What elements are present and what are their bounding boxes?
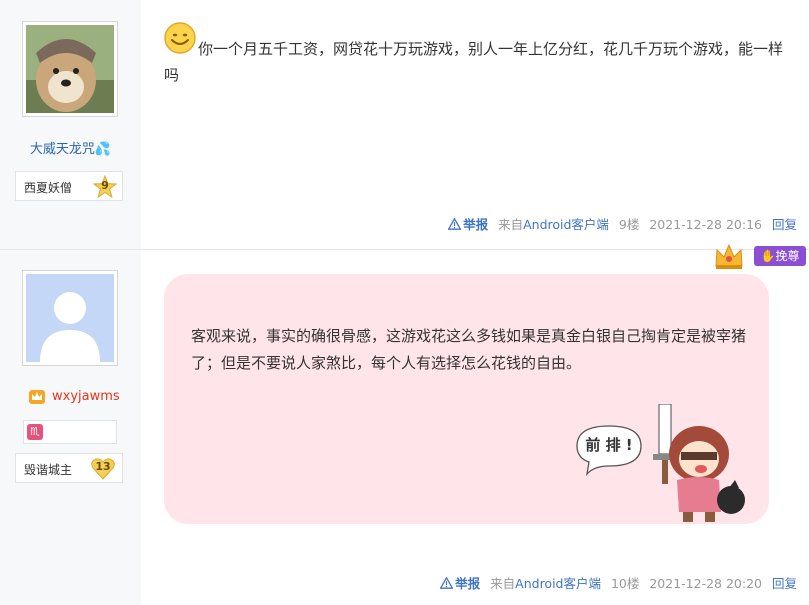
level-number: 9 bbox=[101, 179, 109, 192]
client-link[interactable]: Android客户端 bbox=[515, 576, 601, 591]
author-sidebar: 大威天龙咒💦 西夏妖僧 9 bbox=[0, 0, 141, 249]
reply-link[interactable]: 回复 bbox=[772, 576, 797, 591]
post-footer: 举报 来自Android客户端 9楼 2021-12-28 20:16 回复 bbox=[447, 214, 797, 233]
thumb-icon: ✋ bbox=[760, 249, 776, 263]
member-badge[interactable]: 毁谐城主 13 bbox=[15, 453, 123, 483]
author-username[interactable]: 大威天龙咒💦 bbox=[0, 138, 141, 157]
medal-box: ♏ bbox=[23, 420, 117, 444]
warning-icon bbox=[447, 217, 462, 230]
level-number: 13 bbox=[95, 460, 111, 473]
chibi-sticker-image: 前 排 ! bbox=[569, 403, 749, 524]
author-avatar[interactable] bbox=[22, 270, 118, 366]
author-avatar[interactable] bbox=[22, 21, 118, 117]
sticker-caption: 前 排 ! bbox=[585, 436, 633, 454]
vip-crown-icon bbox=[28, 387, 46, 405]
report-link[interactable]: 举报 bbox=[463, 217, 488, 232]
medal-icon: ♏ bbox=[27, 424, 43, 440]
post-content: 客观来说，事实的确很骨感，这游戏花这么多钱如果是真金白银自己掏肯定是被宰猪了；但… bbox=[191, 327, 747, 372]
post-time: 2021-12-28 20:16 bbox=[649, 217, 762, 232]
floor-number: 10楼 bbox=[610, 576, 640, 591]
client-source: 来自Android客户端 bbox=[490, 576, 601, 591]
support-tag-label: 挽尊 bbox=[775, 249, 800, 263]
author-sidebar: wxyjawms ♏ 毁谐城主 13 bbox=[0, 250, 141, 605]
source-prefix: 来自 bbox=[490, 576, 516, 591]
badge-title: 西夏妖僧 bbox=[24, 181, 73, 195]
post-floor-10: wxyjawms ♏ 毁谐城主 13 ✋挽尊 客观来说，事实的确很骨感，这游戏花… bbox=[0, 243, 809, 605]
decorated-post-bubble: 客观来说，事实的确很骨感，这游戏花这么多钱如果是真金白银自己掏肯定是被宰猪了；但… bbox=[164, 274, 769, 524]
post-footer: 举报 来自Android客户端 10楼 2021-12-28 20:20 回复 bbox=[439, 573, 797, 592]
member-badge[interactable]: 西夏妖僧 9 bbox=[15, 171, 123, 201]
default-avatar-image bbox=[26, 274, 114, 362]
badge-title: 毁谐城主 bbox=[24, 463, 73, 477]
client-link[interactable]: Android客户端 bbox=[523, 217, 609, 232]
post-content: 你一个月五千工资，网贷花十万玩游戏，别人一年上亿分红，花几千万玩个游戏，能一样吗 bbox=[164, 40, 784, 84]
floor-number: 9楼 bbox=[618, 217, 640, 232]
support-tag-button[interactable]: ✋挽尊 bbox=[754, 246, 806, 266]
reply-link[interactable]: 回复 bbox=[772, 217, 797, 232]
post-floor-9: 大威天龙咒💦 西夏妖僧 9 你一个月五千工资，网贷花十万玩游戏，别人一年上亿分红… bbox=[0, 0, 809, 249]
author-username[interactable]: wxyjawms bbox=[52, 389, 120, 404]
report-link[interactable]: 举报 bbox=[455, 576, 480, 591]
post-time: 2021-12-28 20:20 bbox=[649, 576, 762, 591]
client-source: 来自Android客户端 bbox=[498, 217, 609, 232]
level-heart-icon: 13 bbox=[90, 457, 115, 481]
warning-icon bbox=[439, 576, 454, 589]
crown-icon bbox=[714, 242, 744, 270]
source-prefix: 来自 bbox=[498, 217, 524, 232]
dog-avatar-image bbox=[26, 25, 114, 113]
level-star-icon: 9 bbox=[92, 174, 118, 199]
